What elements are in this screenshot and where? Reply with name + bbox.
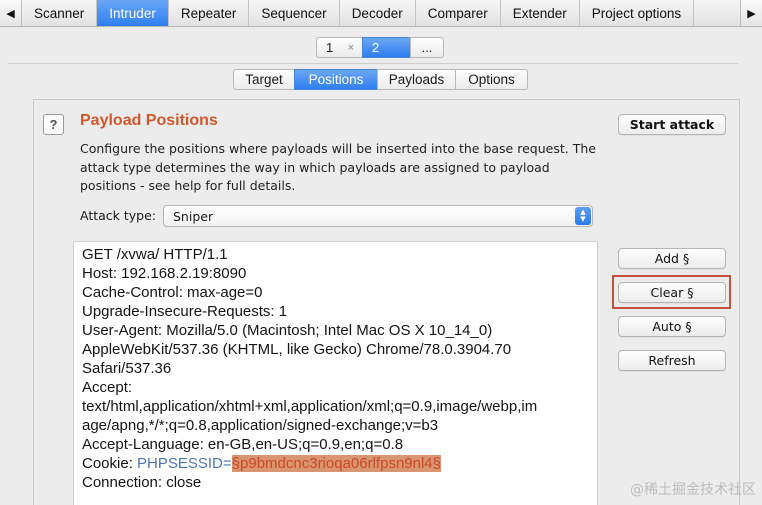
tab-project-options[interactable]: Project options: [580, 0, 695, 26]
cookie-prefix: Cookie:: [82, 455, 138, 472]
description-line: Configure the positions where payloads w…: [80, 141, 596, 156]
tool-tab-bar: ◀ Scanner Intruder Repeater Sequencer De…: [0, 0, 762, 27]
request-line: Upgrade-Insecure-Requests: 1: [82, 303, 288, 320]
description-line: attack type determines the way in which …: [80, 159, 550, 175]
tab-sequencer[interactable]: Sequencer: [249, 0, 340, 26]
tab-decoder[interactable]: Decoder: [340, 0, 416, 26]
add-marker-button[interactable]: Add §: [618, 248, 726, 269]
new-attack-tab[interactable]: ...: [410, 37, 444, 58]
watermark: @稀土掘金技术社区: [630, 482, 756, 498]
request-line: Cache-Control: max-age=0: [82, 284, 263, 301]
tab-intruder[interactable]: Intruder: [97, 0, 169, 26]
request-line: User-Agent: Mozilla/5.0 (Macintosh; Inte…: [82, 322, 493, 339]
attack-type-value: Sniper: [173, 208, 214, 224]
page-title: Payload Positions: [80, 112, 218, 129]
attack-tab-bar: 1 × 2 ...: [316, 37, 444, 58]
intruder-sub-tab-bar: Target Positions Payloads Options: [233, 69, 528, 90]
close-icon[interactable]: ×: [348, 42, 354, 54]
positions-description: Configure the positions where payloads w…: [80, 140, 608, 196]
divider: [8, 63, 738, 64]
request-line: Host: 192.168.2.19:8090: [82, 265, 247, 282]
request-line: GET /xvwa/ HTTP/1.1: [82, 246, 228, 263]
description-line: positions - see help for full details.: [80, 178, 296, 193]
auto-markers-button[interactable]: Auto §: [618, 316, 726, 337]
request-line: Accept:: [82, 379, 133, 396]
clear-button-highlight: [612, 275, 731, 309]
tab-positions[interactable]: Positions: [294, 69, 378, 90]
request-line: age/apng,*/*;q=0.8,application/signed-ex…: [82, 417, 439, 434]
start-attack-button[interactable]: Start attack: [618, 114, 726, 135]
request-line: Accept-Language: en-GB,en-US;q=0.9,en;q=…: [82, 436, 404, 453]
cookie-equals: =: [222, 455, 232, 472]
request-line: Connection: close: [82, 474, 202, 491]
attack-type-select[interactable]: Sniper ▲ ▼: [163, 205, 593, 227]
attack-tab-2[interactable]: 2: [362, 37, 411, 58]
cookie-line: Cookie: PHPSESSID=§p9bmdcnc3rioqa06rlfps…: [82, 454, 589, 473]
request-line: Safari/537.36: [82, 360, 172, 377]
refresh-button[interactable]: Refresh: [618, 350, 726, 371]
tab-comparer[interactable]: Comparer: [416, 0, 501, 26]
payload-position-marker[interactable]: §p9bmdcnc3rioqa06rlfpsn9nl4§: [231, 455, 441, 472]
tab-options[interactable]: Options: [455, 69, 528, 90]
attack-tab-1[interactable]: 1 ×: [316, 37, 363, 58]
tab-target[interactable]: Target: [233, 69, 295, 90]
tab-scanner[interactable]: Scanner: [22, 0, 98, 26]
tab-extender[interactable]: Extender: [501, 0, 580, 26]
request-editor[interactable]: GET /xvwa/ HTTP/1.1 Host: 192.168.2.19:8…: [73, 241, 598, 505]
cookie-name: PHPSESSID: [137, 455, 223, 472]
scroll-left-icon[interactable]: ◀: [0, 0, 22, 26]
request-line: text/html,application/xhtml+xml,applicat…: [82, 398, 538, 415]
tab-payloads[interactable]: Payloads: [377, 69, 456, 90]
request-line: AppleWebKit/537.36 (KHTML, like Gecko) C…: [82, 341, 512, 358]
attack-tab-1-label: 1: [326, 40, 334, 55]
help-icon[interactable]: ?: [43, 114, 64, 135]
scroll-right-icon[interactable]: ▶: [740, 0, 762, 26]
attack-type-label: Attack type:: [80, 208, 157, 223]
tab-repeater[interactable]: Repeater: [169, 0, 250, 26]
chevron-up-down-icon: ▲ ▼: [575, 207, 591, 225]
